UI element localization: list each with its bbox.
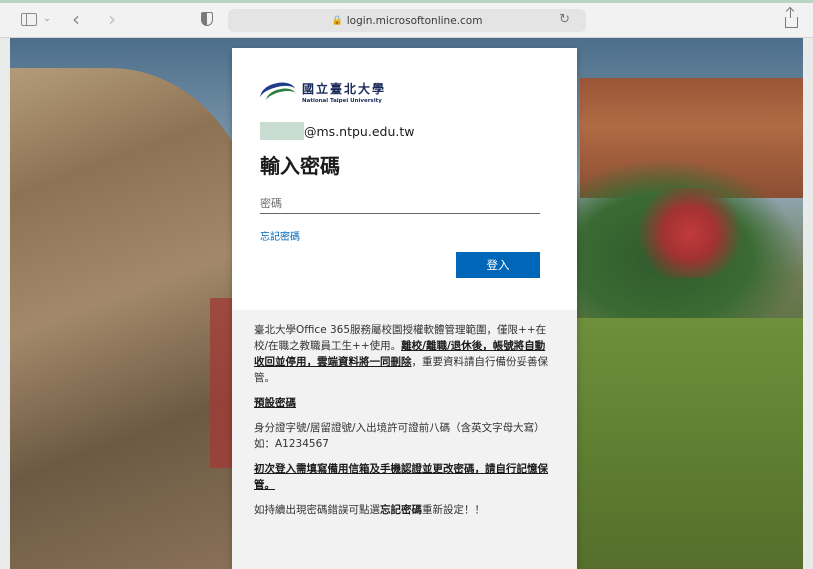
share-button[interactable] (780, 7, 802, 30)
background-lawn (570, 318, 803, 569)
url-text: login.microsoftonline.com (346, 14, 483, 27)
university-logo: 國立臺北大學 National Taipei University (257, 78, 387, 110)
password-input[interactable] (260, 193, 540, 214)
account-name-redacted (260, 122, 304, 140)
forward-button[interactable]: › (100, 7, 124, 31)
chevron-right-icon: › (108, 7, 116, 31)
notice-first-login: 初次登入需填寫備用信箱及手機認證並更改密碼，請自行記憶保管。 (254, 463, 548, 491)
account-identity[interactable]: @ms.ntpu.edu.tw (260, 122, 414, 140)
sidebar-toggle-button[interactable]: ⌄ (14, 8, 58, 30)
chevron-left-icon: ‹ (72, 7, 80, 31)
reload-icon[interactable]: ↻ (559, 12, 570, 27)
privacy-report-button[interactable] (196, 8, 218, 30)
notice-license: 臺北大學Office 365服務屬校園授權軟體管理範圍，僅限++在校/在職之教職… (254, 324, 548, 384)
chevron-down-icon: ⌄ (43, 14, 51, 24)
sidebar-icon (21, 12, 38, 26)
sign-in-button[interactable]: 登入 (456, 252, 540, 278)
login-card: 國立臺北大學 National Taipei University @ms.nt… (232, 48, 577, 569)
notice-section: 臺北大學Office 365服務屬校園授權軟體管理範圍，僅限++在校/在職之教職… (232, 310, 577, 569)
forgot-password-link[interactable]: 忘記密碼 (260, 228, 300, 243)
page-title: 輸入密碼 (260, 154, 340, 178)
address-bar[interactable]: 🔒 login.microsoftonline.com ↻ (228, 9, 586, 32)
login-form-section: 國立臺北大學 National Taipei University @ms.nt… (232, 48, 577, 310)
background-flowers (630, 188, 750, 278)
browser-toolbar: ⌄ ‹ › 🔒 login.microsoftonline.com ↻ (0, 3, 813, 38)
share-icon (784, 7, 798, 28)
logo-name-cn: 國立臺北大學 (302, 82, 387, 96)
logo-name-en: National Taipei University (302, 98, 382, 104)
notice-retry: 如持續出現密碼錯誤可點選忘記密碼重新設定！！ (254, 504, 485, 516)
notice-default-password-text: 身分證字號/居留證號/入出境許可證前八碼（含英文字母大寫）如：A1234567 (254, 422, 545, 450)
account-suffix: @ms.ntpu.edu.tw (304, 123, 415, 139)
logo-emblem-icon (257, 78, 299, 110)
back-button[interactable]: ‹ (64, 7, 88, 31)
shield-icon (201, 12, 213, 26)
lock-icon: 🔒 (331, 15, 343, 26)
notice-default-password-title: 預設密碼 (254, 397, 296, 409)
